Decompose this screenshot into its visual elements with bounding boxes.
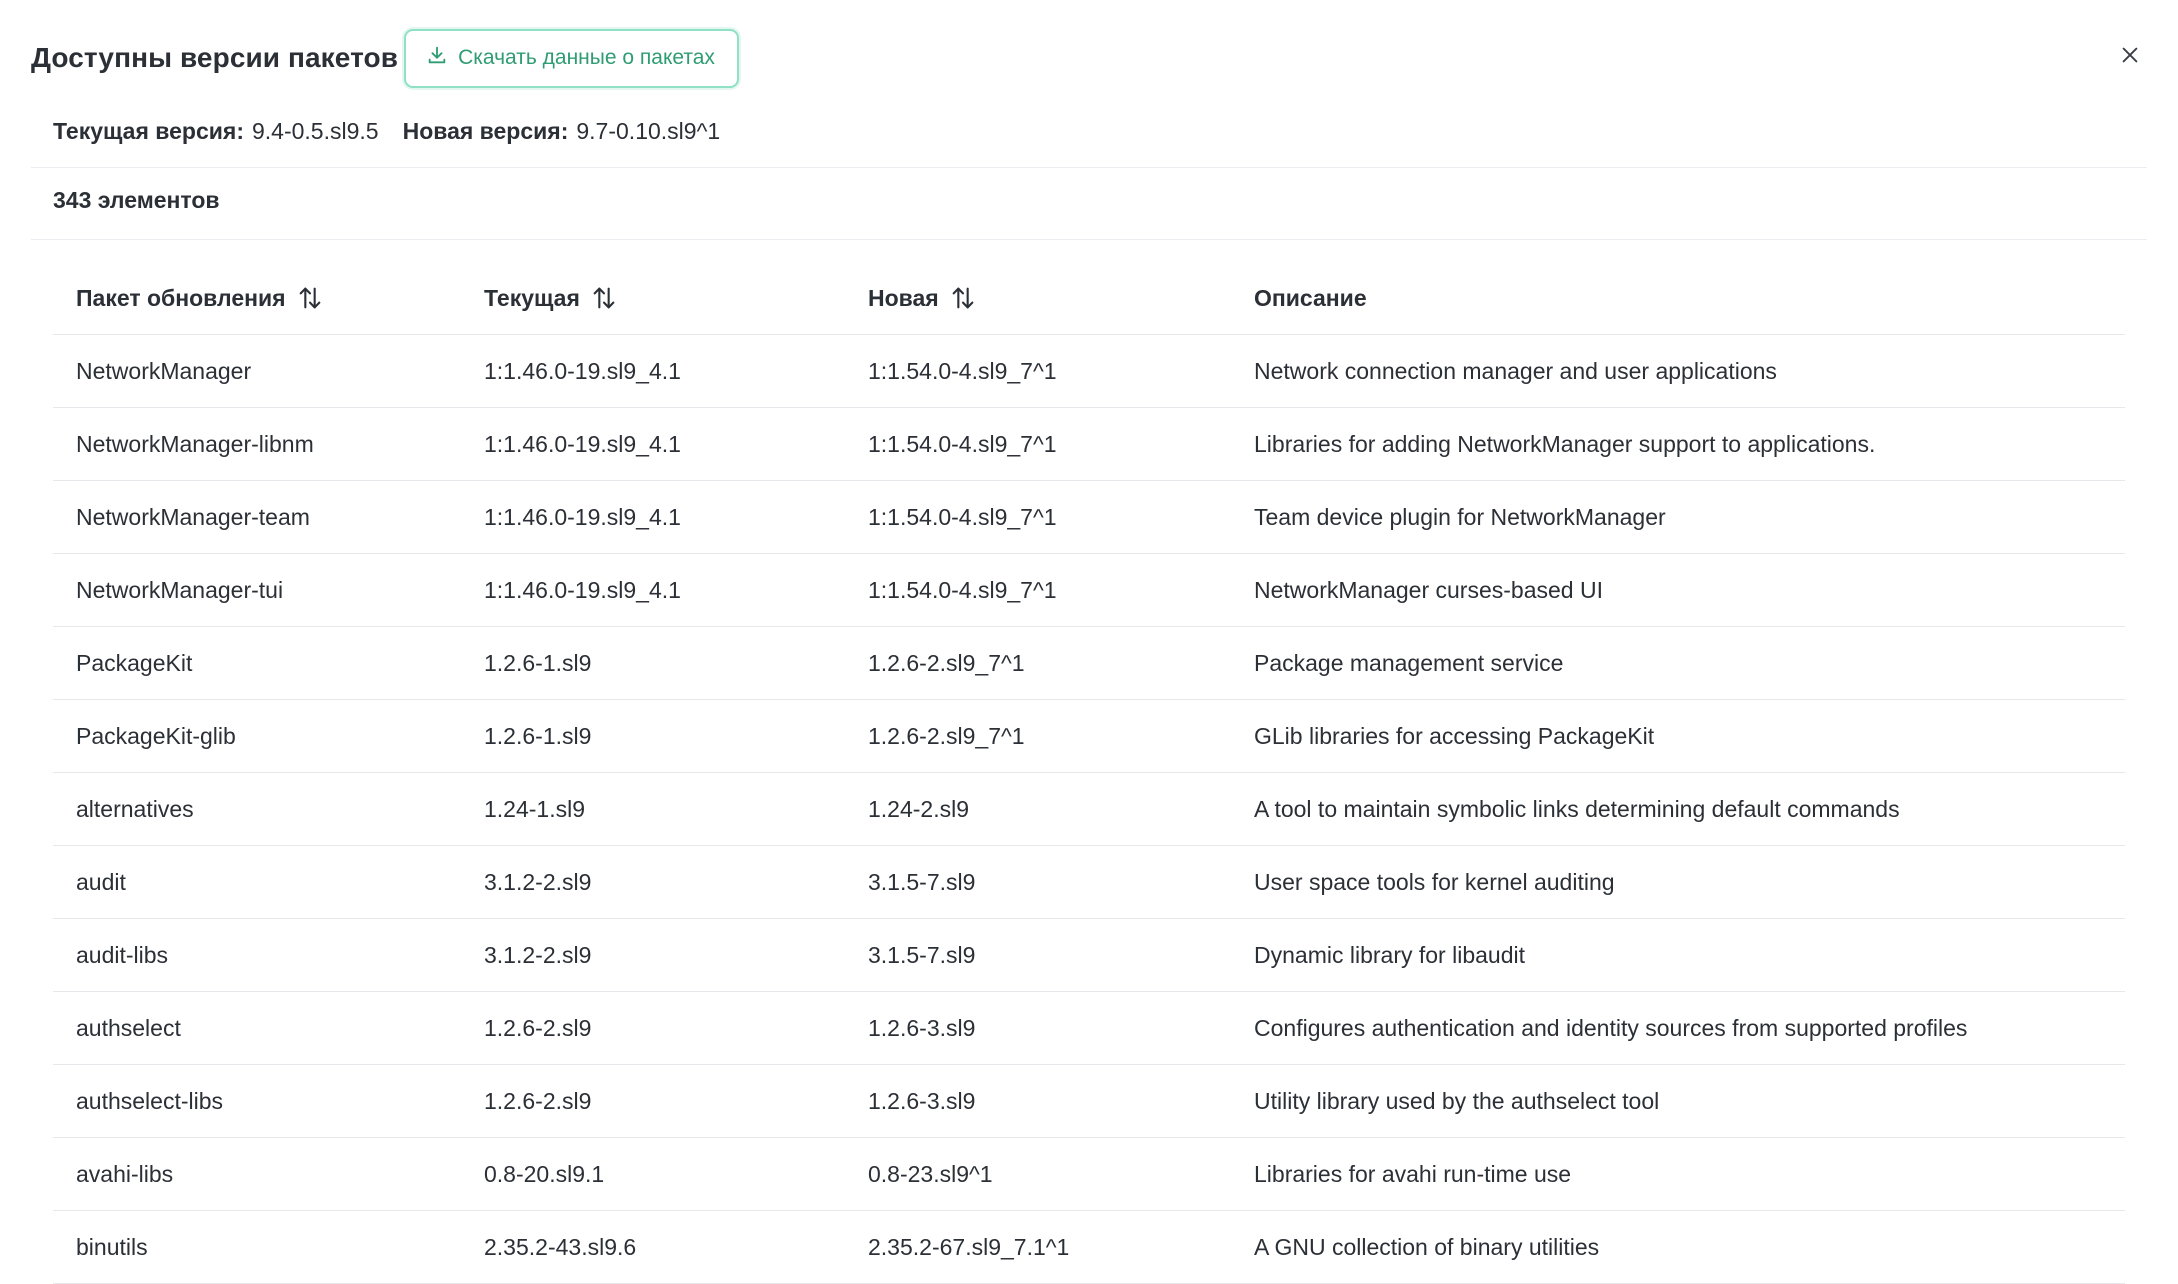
- package-name-cell: authselect-libs: [76, 1087, 224, 1114]
- table-row: PackageKit-glib 1.2.6-1.sl9 1.2.6-2.sl9_7^…: [53, 700, 2125, 773]
- current-version-cell: 1:1.46.0-19.sl9_4.1: [484, 430, 681, 457]
- current-version-cell: 1.2.6-2.sl9: [484, 1087, 592, 1114]
- table-row: NetworkManager-team 1:1.46.0-19.sl9_4.1 1:…: [53, 481, 2125, 554]
- current-version-cell: 1:1.46.0-19.sl9_4.1: [484, 503, 681, 530]
- current-version-cell: 1:1.46.0-19.sl9_4.1: [484, 576, 681, 603]
- description-cell: Team device plugin for NetworkManager: [1254, 503, 1666, 530]
- download-packages-button[interactable]: Скачать данные о пакетах: [404, 28, 739, 88]
- description-cell: User space tools for kernel auditing: [1254, 868, 1615, 895]
- new-version-cell: 1.2.6-3.sl9: [868, 1087, 976, 1114]
- current-version-cell: 1.24-1.sl9: [484, 795, 586, 822]
- package-name-cell: NetworkManager-libnm: [76, 430, 314, 457]
- table-row: alternatives 1.24-1.sl9 1.24-2.sl9 A tool t…: [53, 773, 2125, 846]
- current-version-value: 9.4-0.5.sl9.5: [251, 117, 379, 144]
- table-row: audit 3.1.2-2.sl9 3.1.5-7.sl9 User space to…: [53, 846, 2125, 919]
- current-version-label: Текущая версия:: [53, 117, 244, 144]
- sort-icon[interactable]: [949, 284, 977, 312]
- sort-icon[interactable]: [296, 284, 324, 312]
- current-version-cell: 3.1.2-2.sl9: [484, 868, 592, 895]
- package-name-cell: NetworkManager-team: [76, 503, 310, 530]
- close-icon: [2119, 44, 2141, 71]
- table-row: authselect 1.2.6-2.sl9 1.2.6-3.sl9 Configur…: [53, 992, 2125, 1065]
- new-version-cell: 1:1.54.0-4.sl9_7^1: [868, 576, 1057, 603]
- column-header-new[interactable]: Новая: [845, 284, 1231, 312]
- package-name-cell: NetworkManager-tui: [76, 576, 284, 603]
- description-cell: Network connection manager and user appl…: [1254, 357, 1777, 384]
- version-summary: Текущая версия: 9.4-0.5.sl9.5 Новая верс…: [53, 114, 744, 148]
- new-version-cell: 3.1.5-7.sl9: [868, 868, 976, 895]
- description-cell: A tool to maintain symbolic links determ…: [1254, 795, 1900, 822]
- sort-icon[interactable]: [590, 284, 618, 312]
- new-version-cell: 1.2.6-3.sl9: [868, 1014, 976, 1041]
- current-version-cell: 3.1.2-2.sl9: [484, 941, 592, 968]
- table-body: NetworkManager 1:1.46.0-19.sl9_4.1 1:1.54.…: [53, 335, 2125, 1284]
- table-row: authselect-libs 1.2.6-2.sl9 1.2.6-3.sl9 Uti…: [53, 1065, 2125, 1138]
- package-name-cell: audit: [76, 868, 126, 895]
- table-row: avahi-libs 0.8-20.sl9.1 0.8-23.sl9^1 Librar…: [53, 1138, 2125, 1211]
- table-header: Пакет обновления Текущая Новая Описание: [53, 262, 2125, 335]
- package-name-cell: PackageKit: [76, 649, 193, 676]
- new-version-cell: 1.2.6-2.sl9_7^1: [868, 722, 1025, 749]
- table-row: binutils 2.35.2-43.sl9.6 2.35.2-67.sl9_7.1…: [53, 1211, 2125, 1284]
- table-row: audit-libs 3.1.2-2.sl9 3.1.5-7.sl9 Dynamic …: [53, 919, 2125, 992]
- current-version-cell: 1:1.46.0-19.sl9_4.1: [484, 357, 681, 384]
- package-versions-modal: Доступны версии пакетов Скачать данные о…: [0, 0, 2178, 1284]
- current-version-cell: 1.2.6-1.sl9: [484, 722, 592, 749]
- column-header-label: Описание: [1254, 284, 1367, 311]
- new-version-cell: 2.35.2-67.sl9_7.1^1: [868, 1233, 1070, 1260]
- table-row: NetworkManager 1:1.46.0-19.sl9_4.1 1:1.54.…: [53, 335, 2125, 408]
- new-version-label: Новая версия:: [402, 117, 569, 144]
- package-name-cell: avahi-libs: [76, 1160, 174, 1187]
- description-cell: Configures authentication and identity s…: [1254, 1014, 1968, 1041]
- package-name-cell: NetworkManager: [76, 357, 252, 384]
- divider: [31, 167, 2147, 168]
- close-button[interactable]: [2113, 40, 2147, 74]
- modal-title: Доступны версии пакетов: [31, 42, 399, 73]
- column-header-package[interactable]: Пакет обновления: [53, 284, 461, 312]
- description-cell: Dynamic library for libaudit: [1254, 941, 1525, 968]
- new-version-cell: 1.2.6-2.sl9_7^1: [868, 649, 1025, 676]
- modal-header: Доступны версии пакетов Скачать данные о…: [31, 28, 2147, 88]
- packages-table: Пакет обновления Текущая Новая Описание: [53, 262, 2125, 1284]
- current-version-cell: 1.2.6-1.sl9: [484, 649, 592, 676]
- new-version-value: 9.7-0.10.sl9^1: [576, 117, 721, 144]
- new-version-cell: 0.8-23.sl9^1: [868, 1160, 993, 1187]
- description-cell: Package management service: [1254, 649, 1564, 676]
- description-cell: Utility library used by the authselect t…: [1254, 1087, 1660, 1114]
- description-cell: GLib libraries for accessing PackageKit: [1254, 722, 1655, 749]
- table-row: NetworkManager-tui 1:1.46.0-19.sl9_4.1 1:1…: [53, 554, 2125, 627]
- package-name-cell: alternatives: [76, 795, 194, 822]
- current-version-cell: 1.2.6-2.sl9: [484, 1014, 592, 1041]
- current-version-cell: 0.8-20.sl9.1: [484, 1160, 605, 1187]
- description-cell: Libraries for avahi run-time use: [1254, 1160, 1572, 1187]
- package-name-cell: PackageKit-glib: [76, 722, 236, 749]
- description-cell: Libraries for adding NetworkManager supp…: [1254, 430, 1876, 457]
- column-header-label: Пакет обновления: [76, 284, 286, 311]
- current-version-cell: 2.35.2-43.sl9.6: [484, 1233, 637, 1260]
- column-header-label: Текущая: [484, 284, 580, 311]
- table-row: PackageKit 1.2.6-1.sl9 1.2.6-2.sl9_7^1 Pack…: [53, 627, 2125, 700]
- new-version-cell: 1:1.54.0-4.sl9_7^1: [868, 357, 1057, 384]
- package-name-cell: audit-libs: [76, 941, 169, 968]
- items-count: 343 элементов: [53, 187, 220, 213]
- new-version-cell: 1.24-2.sl9: [868, 795, 970, 822]
- description-cell: A GNU collection of binary utilities: [1254, 1233, 1600, 1260]
- column-header-label: Новая: [868, 284, 939, 311]
- column-header-description: Описание: [1231, 285, 2125, 312]
- download-icon: [426, 44, 448, 72]
- download-button-label: Скачать данные о пакетах: [458, 46, 715, 69]
- column-header-current[interactable]: Текущая: [461, 284, 845, 312]
- package-name-cell: authselect: [76, 1014, 181, 1041]
- description-cell: NetworkManager curses-based UI: [1254, 576, 1603, 603]
- table-row: NetworkManager-libnm 1:1.46.0-19.sl9_4.1 1…: [53, 408, 2125, 481]
- new-version-cell: 3.1.5-7.sl9: [868, 941, 976, 968]
- new-version-cell: 1:1.54.0-4.sl9_7^1: [868, 503, 1057, 530]
- package-name-cell: binutils: [76, 1233, 148, 1260]
- divider: [31, 239, 2147, 240]
- new-version-cell: 1:1.54.0-4.sl9_7^1: [868, 430, 1057, 457]
